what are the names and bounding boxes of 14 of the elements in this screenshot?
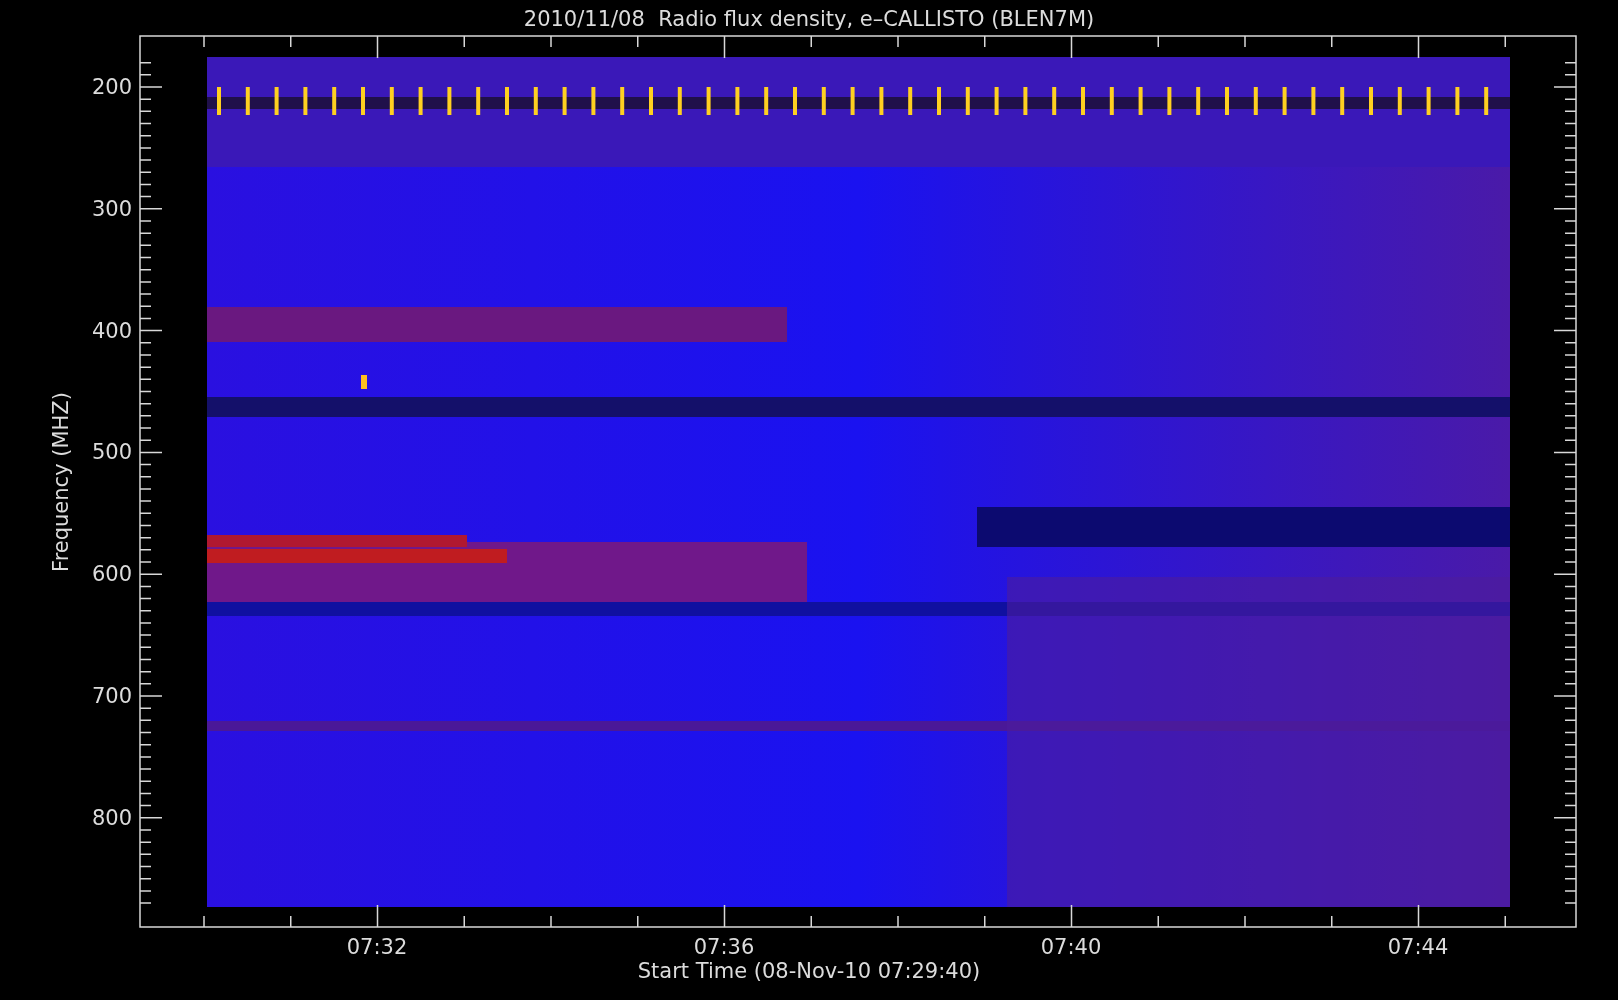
tick-label: 07:36 [693,935,755,959]
tick-label: 800 [91,805,132,830]
tick-label: 200 [91,75,132,99]
tick-label: 700 [91,684,132,708]
tick-label: 07:44 [1387,935,1449,959]
tick-label: 500 [91,440,132,465]
tick-label: 300 [91,196,132,221]
tick-label: 400 [91,318,132,343]
tick-label: 600 [91,562,132,587]
tick-label: 07:32 [346,935,408,959]
axis-title: Start Time (08-Nov-10 07:29:40) [637,959,981,983]
chart-title: 2010/11/08 Radio flux density, e–CALLISTO (BLEN7M) [523,7,1095,31]
axis-title: Frequency (MHZ) [49,392,73,572]
tick-label: 07:40 [1040,935,1102,959]
